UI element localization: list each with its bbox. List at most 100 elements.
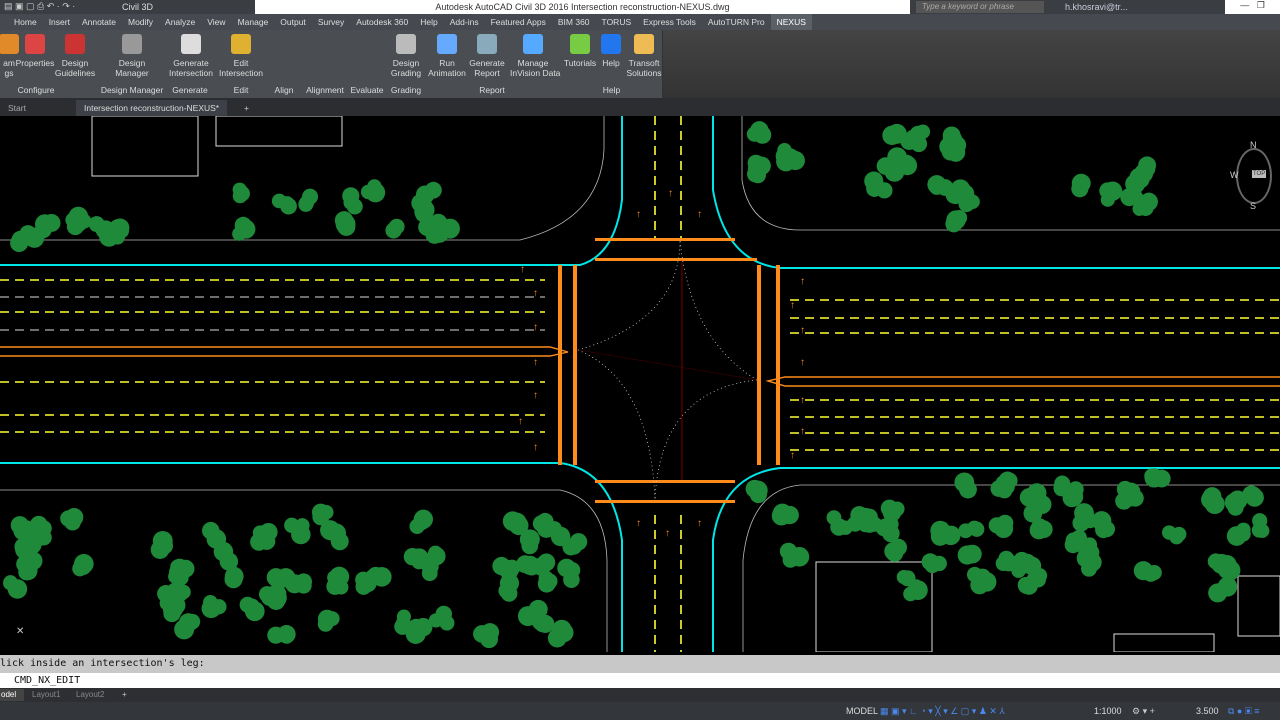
panel-label-alignment: Alignment [306, 85, 344, 95]
tree [1255, 523, 1270, 538]
viewcube-west[interactable]: W [1230, 170, 1239, 180]
add-layout-button[interactable]: + [114, 689, 135, 701]
ribbon-tab-home[interactable]: Home [8, 14, 43, 30]
ribbon-tab-autoturn-pro[interactable]: AutoTURN Pro [702, 14, 771, 30]
ribbon-button-manage[interactable]: Manage InVision Data [510, 32, 561, 78]
tree [7, 579, 28, 599]
viewcube-north[interactable]: N [1250, 140, 1257, 150]
tree [875, 518, 894, 537]
status-right-icons[interactable]: ⧉ ● ▣ ≡ [1228, 705, 1259, 717]
ribbon-button-design[interactable]: Design Manager [109, 32, 155, 78]
model-space-button[interactable]: MODEL [846, 705, 878, 717]
building-outline [1113, 633, 1215, 652]
ribbon-tab-torus[interactable]: TORUS [596, 14, 638, 30]
status-toggle-icons[interactable]: ▦ ▣ ▾ ∟ ◔ ▾ ╳ ▾ ∠ ▢ ▾ ♟ ✕ ⅄ [880, 705, 1005, 717]
ribbon-button-design[interactable]: Design Guidelines [52, 32, 98, 78]
ribbon-tab-help[interactable]: Help [414, 14, 443, 30]
tree [1099, 521, 1116, 538]
tree [317, 609, 337, 628]
panel-label-help: Help [602, 85, 621, 95]
window-title: Autodesk AutoCAD Civil 3D 2016 Intersect… [255, 0, 910, 14]
tree [291, 524, 311, 545]
workspace-selector[interactable]: Civil 3D [122, 2, 153, 12]
curb-line [712, 116, 1280, 269]
tree [945, 215, 963, 233]
tree [424, 181, 442, 199]
panel-label-report: Report [479, 85, 505, 95]
tree [899, 570, 916, 587]
ribbon-button-icon [437, 34, 457, 54]
building-outline [91, 116, 199, 177]
ribbon-tab-modify[interactable]: Modify [122, 14, 159, 30]
tree [68, 212, 88, 233]
ribbon-button-design[interactable]: Design Grading [383, 32, 429, 78]
crosswalk [757, 265, 761, 465]
new-tab-button[interactable]: + [236, 100, 257, 116]
ribbon-tab-add-ins[interactable]: Add-ins [444, 14, 485, 30]
status-bar: MODEL ▦ ▣ ▾ ∟ ◔ ▾ ╳ ▾ ∠ ▢ ▾ ♟ ✕ ⅄ 1:1000… [0, 702, 1280, 720]
tree [554, 622, 574, 643]
tree [903, 586, 918, 602]
ribbon-tab-nexus[interactable]: NEXUS [770, 14, 812, 30]
drawing-canvas[interactable]: ↑ ↑ ↑ ↑ ↑ ↑ ↑ ↑ ↑ ↑ ↑ ↑ ↑ ↑ ↑ ↑ ↑ ↑ ↑ ↑ [0, 116, 1280, 652]
user-account[interactable]: h.khosravi@tr... [1065, 2, 1128, 12]
tab-layout2[interactable]: Layout2 [68, 689, 112, 701]
ribbon-button-label: Manage InVision Data [510, 58, 561, 78]
search-input[interactable]: Type a keyword or phrase [916, 1, 1044, 13]
tree [498, 583, 514, 599]
pavement-arrow: ↑ [533, 322, 538, 333]
tree [1201, 489, 1221, 510]
viewcube-top[interactable]: TOP [1252, 170, 1267, 178]
tree [745, 479, 764, 498]
tree [1127, 188, 1143, 204]
tree [1144, 468, 1160, 484]
pavement-arrow: ↑ [518, 416, 523, 427]
tab-drawing[interactable]: Intersection reconstruction-NEXUS* [76, 100, 228, 116]
quick-access-icons[interactable]: ▤ ▣ ▢ ⎙ ↶ · ↷ · [4, 1, 75, 12]
tree [299, 195, 315, 211]
ribbon-tab-featured-apps[interactable]: Featured Apps [485, 14, 552, 30]
tab-model[interactable]: odel [0, 689, 25, 701]
ribbon-button-generate[interactable]: Generate Intersection [168, 32, 214, 78]
ribbon-button-generate[interactable]: Generate Report [464, 32, 510, 78]
ribbon-tab-autodesk-360[interactable]: Autodesk 360 [350, 14, 414, 30]
tree [782, 552, 799, 568]
ribbon-tab-express-tools[interactable]: Express Tools [637, 14, 702, 30]
tree [480, 630, 499, 649]
ribbon-tab-survey[interactable]: Survey [312, 14, 350, 30]
ribbon-button-edit[interactable]: Edit Intersection [218, 32, 264, 78]
tree [271, 193, 287, 209]
tree [224, 570, 243, 589]
turning-path [577, 239, 681, 351]
tree [203, 594, 218, 610]
annotation-scale[interactable]: 1:1000 [1094, 705, 1122, 717]
window-controls[interactable]: — ❐ [1225, 0, 1280, 14]
layout-tabs: odel Layout1 Layout2 + [0, 688, 1280, 702]
ribbon-button-transoft[interactable]: Transoft Solutions [621, 32, 667, 78]
viewcube-south[interactable]: S [1250, 201, 1256, 211]
crosswalk [595, 238, 735, 241]
tab-layout1[interactable]: Layout1 [24, 689, 68, 701]
pavement-arrow: ↑ [665, 528, 670, 539]
ribbon-tab-bim-360[interactable]: BIM 360 [552, 14, 596, 30]
ribbon-button-label: Generate Intersection [169, 58, 213, 78]
tree [335, 214, 356, 234]
ribbon-button-icon [25, 34, 45, 54]
ribbon-tab-insert[interactable]: Insert [43, 14, 76, 30]
lineweight-value[interactable]: 3.500 [1196, 705, 1219, 717]
tree [387, 220, 403, 236]
ribbon-tab-view[interactable]: View [201, 14, 231, 30]
ribbon-tab-annotate[interactable]: Annotate [76, 14, 122, 30]
tab-start[interactable]: Start [0, 100, 34, 116]
gear-icon[interactable]: ⚙ ▾ + [1132, 705, 1155, 717]
ribbon-tab-output[interactable]: Output [274, 14, 312, 30]
file-tabs: Start Intersection reconstruction-NEXUS*… [0, 98, 1280, 116]
tree [864, 171, 884, 191]
command-line-input[interactable]: CMD_NX_EDIT [0, 673, 1280, 688]
property-line [741, 116, 1280, 231]
tree [413, 513, 431, 531]
ribbon-tab-analyze[interactable]: Analyze [159, 14, 201, 30]
tree [295, 573, 312, 591]
ribbon-tab-manage[interactable]: Manage [232, 14, 275, 30]
viewcube[interactable]: N W S TOP [1230, 138, 1274, 214]
